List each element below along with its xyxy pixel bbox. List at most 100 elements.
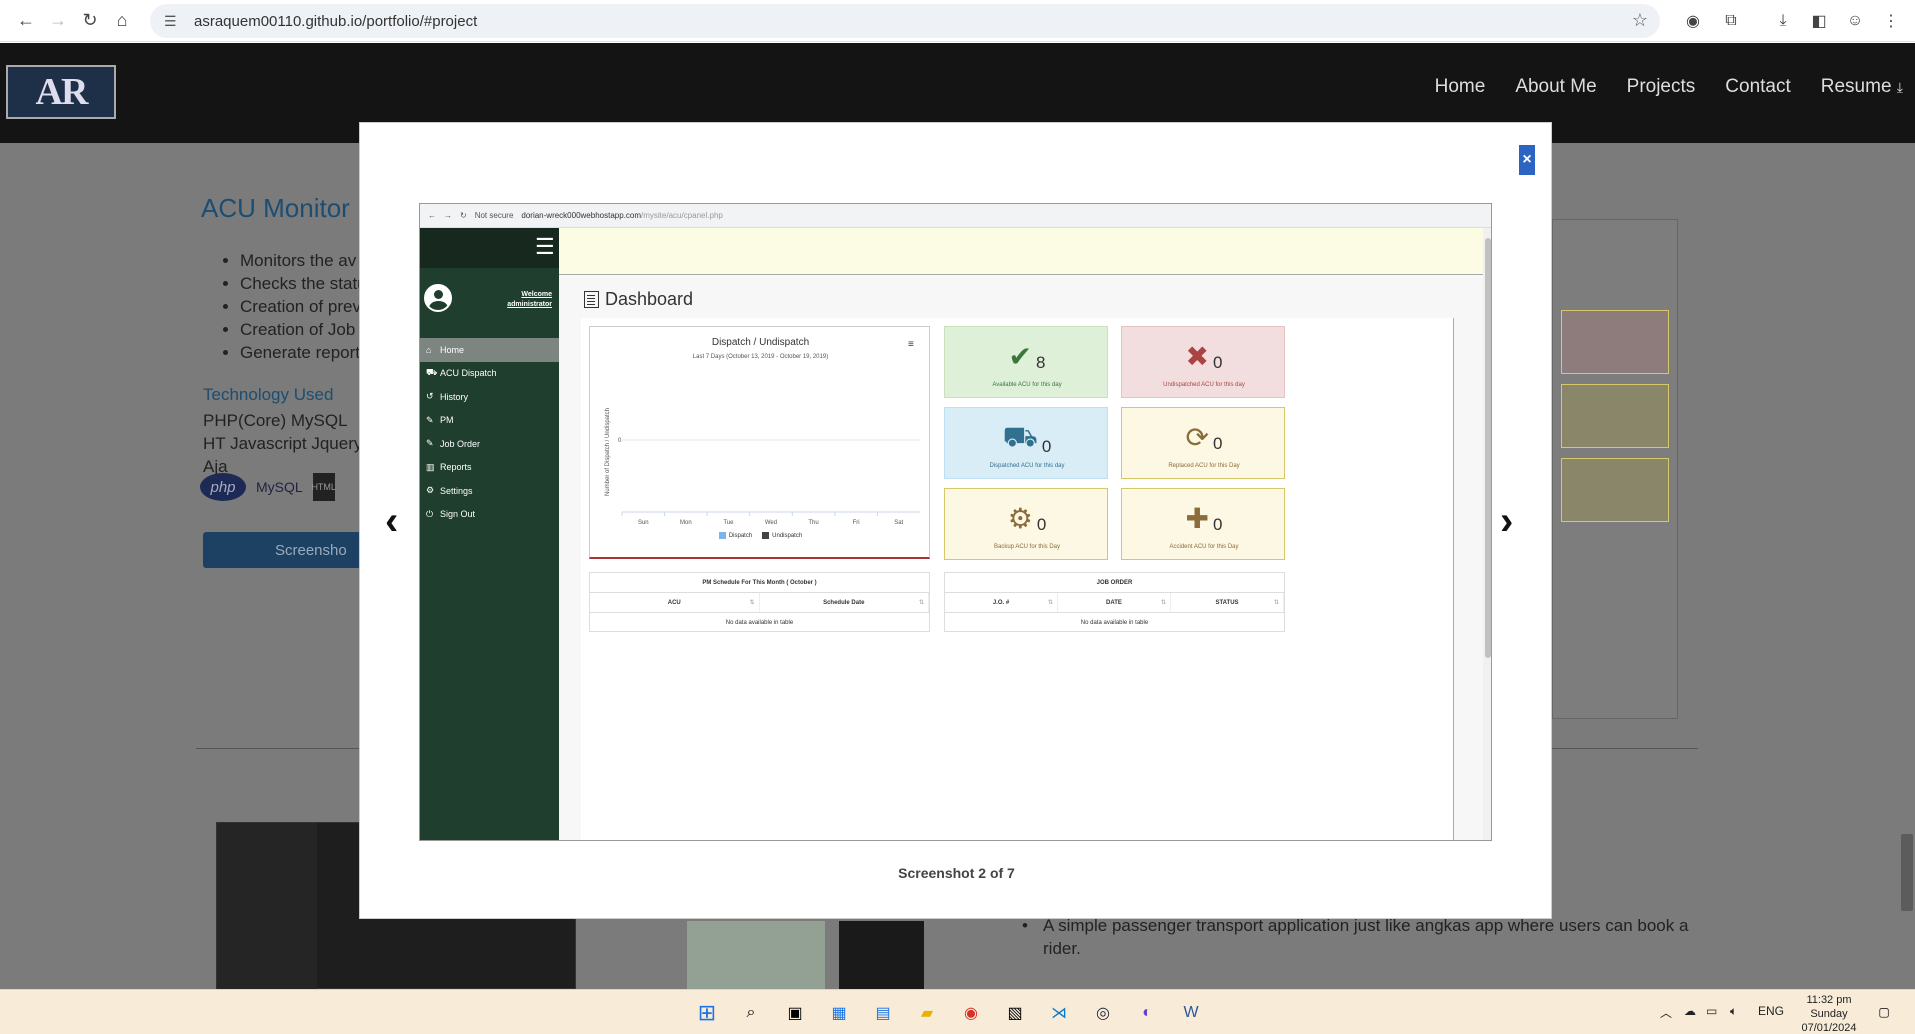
- card-value: 0: [1213, 434, 1223, 453]
- extensions-icon[interactable]: ⧉: [1718, 8, 1744, 34]
- side-panel-icon[interactable]: ◧: [1806, 8, 1832, 34]
- column-header-acu: ACU: [590, 593, 760, 612]
- sidebar-item-settings: ⚙ Settings: [426, 485, 473, 496]
- gears-icon: ⚙: [1007, 503, 1033, 534]
- steam-icon[interactable]: ◎: [1090, 1000, 1116, 1026]
- sidebar-item-home: ⌂ Home: [420, 338, 559, 362]
- home-icon: ⌂: [426, 344, 432, 355]
- browser-toolbar: ← → ↻ ⌂ ☰ asraquem00110.github.io/portfo…: [0, 0, 1915, 42]
- tech-title: Technology Used: [203, 385, 334, 404]
- screenshots-button[interactable]: Screensho: [203, 532, 373, 568]
- chrome-icon[interactable]: ◉: [958, 1000, 984, 1026]
- task-view-icon[interactable]: ▣: [782, 1000, 808, 1026]
- clock[interactable]: 11:32 pm Sunday 07/01/2024: [1786, 993, 1872, 1034]
- wrench-icon: ✎: [426, 414, 434, 425]
- address-bar[interactable]: ☰ asraquem00110.github.io/portfolio/#pro…: [150, 4, 1660, 38]
- cloud-icon[interactable]: ☁: [1684, 1004, 1696, 1018]
- taskbar: ⊞ ⌕ ▣ ▦ ▤ ▰ ◉ ▧ ⋊ ◎ ◐ W ︿ ☁ ▭ 🔈︎ ENG 11:…: [0, 989, 1915, 1034]
- home-icon[interactable]: ⌂: [106, 5, 138, 37]
- chart-title: Dispatch / Undispatch: [711, 337, 810, 348]
- inner-reload-icon: ↻: [460, 211, 467, 220]
- table-title: PM Schedule For This Month ( October ): [590, 573, 929, 593]
- back-icon[interactable]: ←: [10, 5, 42, 37]
- power-icon: ⏻: [426, 508, 434, 519]
- next-arrow-icon[interactable]: ›: [1500, 499, 1513, 544]
- tray-chevron-icon[interactable]: ︿: [1660, 1004, 1672, 1021]
- page-scrollbar[interactable]: [1901, 834, 1913, 911]
- tech-icons: php MySQL HTML: [200, 473, 336, 501]
- chart-plot: Number of Dispatch / Undispatch 0 Sun Mon…: [605, 408, 920, 526]
- x-tick-label: Thu: [808, 520, 818, 526]
- list-icon: [584, 291, 599, 308]
- language-indicator[interactable]: ENG: [1758, 1004, 1784, 1018]
- x-tick-label: Tue: [723, 520, 734, 526]
- file-explorer-icon[interactable]: ▰: [914, 1000, 940, 1026]
- card-label: Undispatched ACU for this day: [1163, 382, 1245, 388]
- network-icon[interactable]: ▭: [1706, 1004, 1717, 1018]
- download-icon: ⤓: [1896, 79, 1903, 95]
- column-header-date: DATE: [1058, 593, 1171, 612]
- inner-main: Dashboard Dispatch / Undispatch Last 7 D…: [559, 275, 1484, 840]
- card-value: 8: [1036, 353, 1046, 372]
- stat-card-accident: ✚ 0 Accident ACU for this Day: [1121, 488, 1285, 560]
- pm-schedule-table: PM Schedule For This Month ( October ) A…: [589, 572, 930, 632]
- card-value: 0: [1036, 515, 1047, 534]
- vscode-icon[interactable]: ⋊: [1046, 1000, 1072, 1026]
- bar-chart-icon: ▥: [426, 461, 435, 472]
- word-icon[interactable]: W: [1178, 1000, 1204, 1026]
- chart-subtitle: Last 7 Days (October 13, 2019 - October …: [692, 354, 829, 360]
- screenshot-thumbnail: [1552, 219, 1678, 719]
- stat-card-available: ✔ 8 Available ACU for this day: [944, 326, 1108, 398]
- nav-home[interactable]: Home: [1435, 76, 1486, 98]
- project-title: ACU Monitor: [201, 193, 350, 223]
- table-title: JOB ORDER: [945, 573, 1284, 593]
- nav-about[interactable]: About Me: [1515, 76, 1596, 98]
- app-icon[interactable]: ▧: [1002, 1000, 1028, 1026]
- nav-contact[interactable]: Contact: [1725, 76, 1790, 98]
- forward-icon[interactable]: →: [42, 5, 74, 37]
- profile-avatar[interactable]: ☺: [1842, 8, 1868, 34]
- downloads-icon[interactable]: ⤓: [1770, 8, 1796, 34]
- volume-icon[interactable]: 🔈︎: [1730, 1004, 1737, 1019]
- search-icon[interactable]: ⌕: [738, 1000, 764, 1026]
- list-item: Monitors the av: [240, 249, 367, 272]
- card-value: 0: [1213, 515, 1223, 534]
- store-icon[interactable]: ▤: [870, 1000, 896, 1026]
- nav-projects[interactable]: Projects: [1627, 76, 1696, 98]
- inner-sidebar: ☰ Welcome administrator ⌂ Home ⛟ ACU Dispa…: [420, 228, 559, 840]
- dispatch-chart: Dispatch / Undispatch Last 7 Days (Octob…: [589, 326, 930, 559]
- php-icon: php: [200, 473, 246, 501]
- list-item: Creation of prev: [240, 295, 367, 318]
- sidebar-item-history: ↺ History: [426, 391, 469, 402]
- prev-arrow-icon[interactable]: ‹: [385, 499, 398, 544]
- address-bar-url[interactable]: asraquem00110.github.io/portfolio/#proje…: [194, 13, 477, 30]
- stat-card-replaced: ⟳ 0 Replaced ACU for this Day: [1121, 407, 1285, 479]
- reload-icon[interactable]: ↻: [74, 5, 106, 37]
- widgets-icon[interactable]: ▦: [826, 1000, 852, 1026]
- card-value: 0: [1213, 353, 1223, 372]
- card-label: Dispatched ACU for this day: [989, 463, 1065, 469]
- bookmark-star-icon[interactable]: ☆: [1632, 10, 1648, 31]
- inner-forward-icon: →: [444, 211, 452, 220]
- hamburger-icon: ☰: [535, 234, 555, 259]
- card-value: 0: [1041, 437, 1052, 456]
- app-moon-icon[interactable]: ◐: [1134, 1000, 1160, 1026]
- site-info-icon[interactable]: ☰: [164, 13, 186, 30]
- column-header-jo-number: J.O. #: [945, 593, 1058, 612]
- x-tick-label: Fri: [853, 520, 860, 526]
- empty-row: No data available in table: [725, 620, 794, 626]
- notification-icon[interactable]: ▢: [1874, 1002, 1894, 1022]
- site-logo[interactable]: AR: [6, 65, 116, 119]
- close-button[interactable]: ×: [1519, 145, 1535, 175]
- browser-menu-icon[interactable]: ⋮: [1878, 8, 1904, 34]
- column-header-schedule-date: Schedule Date: [760, 593, 929, 612]
- color-extension-icon[interactable]: ◉: [1680, 8, 1706, 34]
- screenshot-caption: Screenshot 2 of 7: [898, 865, 1015, 881]
- nav-resume[interactable]: Resume ⤓: [1821, 76, 1903, 98]
- ambulance-icon: ✚: [1185, 503, 1209, 534]
- inner-back-icon: ←: [428, 211, 436, 220]
- card-label: Replaced ACU for this Day: [1168, 463, 1240, 469]
- x-icon: ✖: [1185, 341, 1209, 372]
- legend-item-undispatch: Undispatch: [762, 532, 802, 539]
- windows-start-icon[interactable]: ⊞: [694, 1000, 720, 1026]
